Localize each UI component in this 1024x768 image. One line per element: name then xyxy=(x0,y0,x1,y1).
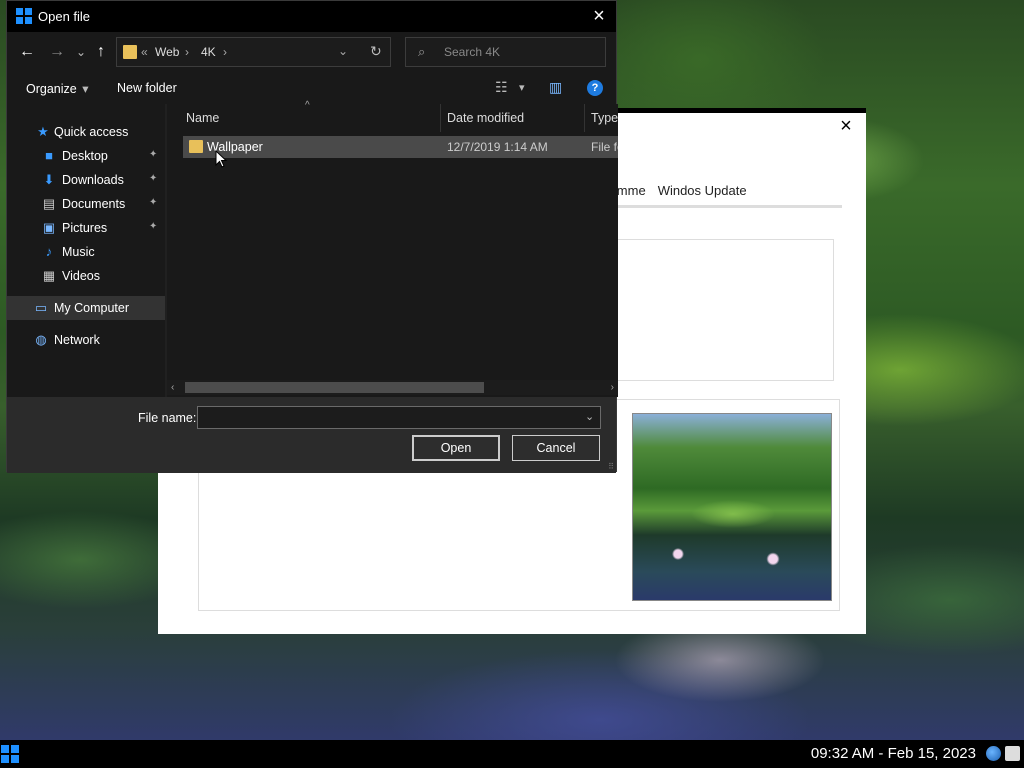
dialog-titlebar: Open file × xyxy=(7,1,616,32)
help-icon[interactable]: ? xyxy=(587,80,603,96)
star-icon: ★ xyxy=(37,124,49,139)
column-divider[interactable] xyxy=(584,104,585,132)
file-name-field[interactable] xyxy=(197,406,601,429)
sidebar-item-desktop[interactable]: ■ Desktop ✦ xyxy=(7,144,165,168)
list-item[interactable]: Wallpaper 12/7/2019 1:14 AM File folder xyxy=(183,136,618,158)
column-header-type[interactable]: Type xyxy=(591,104,618,132)
file-date-modified: 12/7/2019 1:14 AM xyxy=(447,140,548,154)
scrollbar-thumb[interactable] xyxy=(185,382,484,393)
organize-button[interactable]: Organize ▾ xyxy=(26,81,89,96)
navigation-pane: ★ Quick access ■ Desktop ✦ ⬇ Downloads ✦… xyxy=(7,104,165,397)
pin-icon: ✦ xyxy=(149,197,158,208)
command-toolbar: Organize ▾ New folder ☷ ▾ ▥ ? xyxy=(7,72,616,104)
tab-underline xyxy=(616,205,842,208)
sidebar-item-pictures[interactable]: ▣ Pictures ✦ xyxy=(7,216,165,240)
view-options-icon[interactable]: ☷ xyxy=(495,79,508,96)
sidebar-item-label: Documents xyxy=(62,197,126,211)
sidebar-item-label: Quick access xyxy=(54,125,129,139)
file-type: File folder xyxy=(591,140,618,154)
breadcrumb-web[interactable]: Web xyxy=(155,45,179,59)
navigation-bar: ← → ⌄ ↑ « Web › 4K › ⌄ ↻ ⌕ xyxy=(7,32,616,72)
sidebar-item-network[interactable]: ◍ Network xyxy=(7,328,165,352)
horizontal-scrollbar[interactable]: ‹ › xyxy=(167,380,618,395)
windows-logo-icon xyxy=(16,8,32,24)
sidebar-item-quick-access[interactable]: ★ Quick access xyxy=(7,120,165,144)
dialog-close-button[interactable]: × xyxy=(588,5,610,27)
address-bar[interactable]: « Web › 4K › ⌄ ↻ xyxy=(116,37,391,67)
pin-icon: ✦ xyxy=(149,149,158,160)
new-folder-button[interactable]: New folder xyxy=(117,81,177,95)
refresh-icon[interactable]: ↻ xyxy=(370,43,382,60)
document-icon: ▤ xyxy=(42,196,56,211)
column-divider[interactable] xyxy=(440,104,441,132)
settings-tabs: gramme Windos Update xyxy=(598,183,747,198)
sidebar-item-label: Videos xyxy=(62,269,100,283)
dialog-title: Open file xyxy=(38,9,91,24)
chevron-down-icon: ▾ xyxy=(82,82,89,96)
open-file-dialog: Open file × ← → ⌄ ↑ « Web › 4K › ⌄ ↻ ⌕ O… xyxy=(6,0,618,473)
file-name-label: File name: xyxy=(138,411,197,425)
search-input[interactable] xyxy=(444,45,594,59)
forward-arrow-icon[interactable]: → xyxy=(47,42,67,62)
sidebar-item-videos[interactable]: ▦ Videos xyxy=(7,264,165,288)
wallpaper-preview-image xyxy=(632,413,832,601)
sidebar-item-label: Music xyxy=(62,245,95,259)
globe-icon[interactable] xyxy=(986,746,1001,761)
open-button[interactable]: Open xyxy=(412,435,500,461)
sidebar-item-downloads[interactable]: ⬇ Downloads ✦ xyxy=(7,168,165,192)
sort-ascending-icon: ^ xyxy=(305,100,310,111)
mouse-cursor-icon xyxy=(215,150,228,168)
back-arrow-icon[interactable]: ← xyxy=(17,42,37,62)
column-header-name[interactable]: Name xyxy=(186,104,219,132)
view-dropdown-icon[interactable]: ▾ xyxy=(519,81,525,94)
network-icon: ◍ xyxy=(35,332,47,347)
breadcrumb-separator-icon: › xyxy=(185,45,189,59)
start-button[interactable] xyxy=(1,745,19,763)
taskbar: 09:32 AM - Feb 15, 2023 xyxy=(0,740,1024,768)
user-icon[interactable] xyxy=(1005,746,1020,761)
search-box[interactable]: ⌕ xyxy=(405,37,606,67)
sidebar-item-label: Downloads xyxy=(62,173,124,187)
sidebar-item-music[interactable]: ♪ Music xyxy=(7,240,165,264)
sidebar-item-my-computer[interactable]: ▭ My Computer xyxy=(7,296,165,320)
sidebar-item-documents[interactable]: ▤ Documents ✦ xyxy=(7,192,165,216)
sidebar-item-label: Pictures xyxy=(62,221,108,235)
taskbar-clock[interactable]: 09:32 AM - Feb 15, 2023 xyxy=(811,745,976,762)
pin-icon: ✦ xyxy=(149,173,158,184)
sidebar-item-label: Network xyxy=(54,333,100,347)
breadcrumb-separator-icon: › xyxy=(223,45,227,59)
address-dropdown-icon[interactable]: ⌄ xyxy=(338,44,348,58)
resize-grip-icon[interactable]: ⠿ xyxy=(608,462,614,471)
sidebar-item-label: Desktop xyxy=(62,149,108,163)
up-arrow-icon[interactable]: ↑ xyxy=(91,42,111,62)
computer-icon: ▭ xyxy=(34,300,48,315)
settings-close-button[interactable]: × xyxy=(836,115,856,137)
column-header-date-modified[interactable]: Date modified xyxy=(447,104,524,132)
scroll-right-icon[interactable]: › xyxy=(611,380,614,395)
preview-pane-icon[interactable]: ▥ xyxy=(549,79,562,96)
sidebar-item-label: My Computer xyxy=(54,301,130,315)
file-list: ^ Name Date modified Type Wallpaper 12/7… xyxy=(167,100,618,397)
dialog-footer: File name: ⌄ Open Cancel ⠿ xyxy=(7,397,616,473)
folder-icon xyxy=(189,140,203,153)
breadcrumb-overflow-icon[interactable]: « xyxy=(141,45,148,59)
file-name-dropdown-icon[interactable]: ⌄ xyxy=(585,410,594,423)
pin-icon: ✦ xyxy=(149,221,158,232)
tab-windows-update[interactable]: Windos Update xyxy=(658,183,747,198)
video-icon: ▦ xyxy=(42,268,56,283)
breadcrumb-4k[interactable]: 4K xyxy=(201,45,216,59)
picture-icon: ▣ xyxy=(42,220,56,235)
scroll-left-icon[interactable]: ‹ xyxy=(171,380,174,395)
search-icon: ⌕ xyxy=(418,44,426,59)
desktop-icon: ■ xyxy=(45,148,53,163)
cancel-button[interactable]: Cancel xyxy=(512,435,600,461)
recent-locations-chevron-icon[interactable]: ⌄ xyxy=(71,42,91,62)
organize-label: Organize xyxy=(26,82,77,96)
download-icon: ⬇ xyxy=(43,172,55,187)
music-icon: ♪ xyxy=(45,244,53,259)
folder-icon xyxy=(123,45,137,59)
